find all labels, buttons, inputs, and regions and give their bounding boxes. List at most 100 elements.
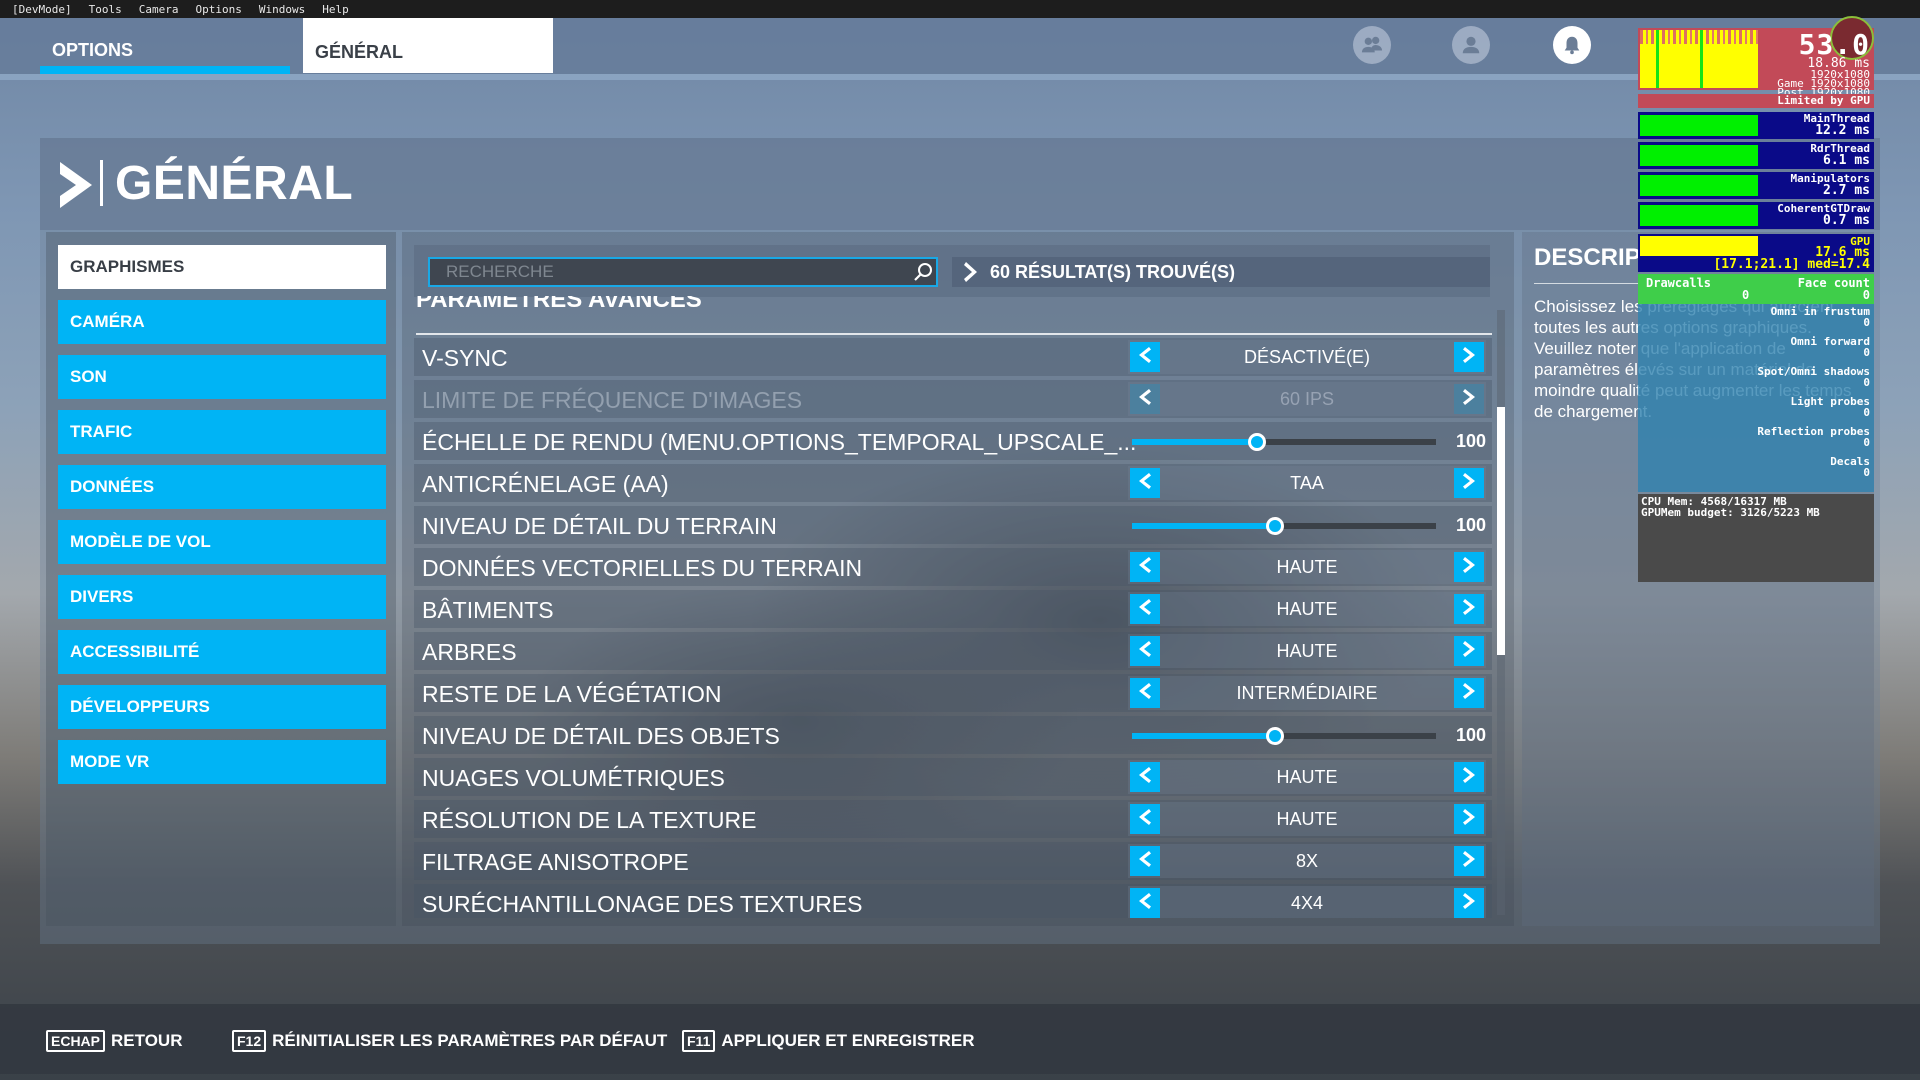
setting-row[interactable]: SURÉCHANTILLONAGE DES TEXTURES 4X4 bbox=[414, 884, 1492, 918]
devmenu-devmode[interactable]: [DevMode] bbox=[12, 3, 72, 16]
slider-handle[interactable] bbox=[1247, 433, 1266, 451]
sidebar-item-camera[interactable]: CAMÉRA bbox=[58, 300, 386, 344]
sidebar-item-donnees[interactable]: DONNÉES bbox=[58, 465, 386, 509]
next-option-button[interactable] bbox=[1454, 636, 1484, 666]
next-option-button[interactable] bbox=[1454, 678, 1484, 708]
devmenu-options[interactable]: Options bbox=[195, 3, 241, 16]
sidebar-item-divers[interactable]: DIVERS bbox=[58, 575, 386, 619]
previous-option-button[interactable] bbox=[1130, 552, 1160, 582]
title-divider bbox=[100, 160, 103, 206]
sidebar-item-mode-vr[interactable]: MODE VR bbox=[58, 740, 386, 784]
scrollbar-thumb[interactable] bbox=[1497, 406, 1505, 655]
setting-row[interactable]: LIMITE DE FRÉQUENCE D'IMAGES 60 IPS bbox=[414, 380, 1492, 418]
setting-value: 4X4 bbox=[1290, 893, 1324, 913]
drawcalls-label: Drawcalls bbox=[1646, 276, 1712, 290]
chevron-right-icon bbox=[964, 262, 977, 282]
settings-scrollbar[interactable] bbox=[1497, 310, 1505, 915]
next-option-button[interactable] bbox=[1454, 468, 1484, 498]
key-hint-echap: ECHAP bbox=[46, 1030, 106, 1052]
setting-row[interactable]: ÉCHELLE DE RENDU (MENU.OPTIONS_TEMPORAL_… bbox=[414, 422, 1492, 460]
previous-option-button[interactable] bbox=[1130, 384, 1160, 414]
back-button[interactable]: ECHAP RETOUR bbox=[46, 1030, 183, 1052]
fps-panel: 53.0 18.86 ms 1920x1080 Game 1920x1080 P… bbox=[1638, 16, 1874, 98]
previous-option-button[interactable] bbox=[1130, 762, 1160, 792]
setting-label: NIVEAU DE DÉTAIL DU TERRAIN bbox=[422, 513, 777, 539]
sidebar-item-trafic[interactable]: TRAFIC bbox=[58, 410, 386, 454]
setting-value: HAUTE bbox=[1276, 767, 1338, 787]
search-input[interactable]: RECHERCHE bbox=[428, 257, 938, 287]
previous-option-button[interactable] bbox=[1130, 678, 1160, 708]
sidebar-item-modele-de-vol[interactable]: MODÈLE DE VOL bbox=[58, 520, 386, 564]
previous-option-button[interactable] bbox=[1130, 342, 1160, 372]
notifications-bell-icon bbox=[1564, 36, 1580, 55]
sidebar-item-developpeurs[interactable]: DÉVELOPPEURS bbox=[58, 685, 386, 729]
previous-option-button[interactable] bbox=[1130, 468, 1160, 498]
setting-label: SURÉCHANTILLONAGE DES TEXTURES bbox=[422, 891, 863, 917]
stat-omni-in-frustum: Omni in frustum 0 bbox=[1771, 306, 1870, 328]
setting-row[interactable]: ARBRES HAUTE bbox=[414, 632, 1492, 670]
chevron-right-icon bbox=[1463, 472, 1475, 494]
search-icon[interactable] bbox=[912, 261, 934, 283]
setting-row[interactable]: RESTE DE LA VÉGÉTATION INTERMÉDIAIRE bbox=[414, 674, 1492, 712]
setting-row[interactable]: BÂTIMENTS HAUTE bbox=[414, 590, 1492, 628]
chevron-right-icon bbox=[1463, 766, 1475, 788]
next-option-button[interactable] bbox=[1454, 384, 1484, 414]
tab-options-label: OPTIONS bbox=[52, 40, 134, 60]
profile-button[interactable] bbox=[1452, 26, 1490, 64]
devmenu-camera[interactable]: Camera bbox=[139, 3, 179, 16]
stat-name: Light probes bbox=[1790, 395, 1870, 408]
setting-label: RÉSOLUTION DE LA TEXTURE bbox=[422, 807, 757, 833]
thread-rdrthread: RdrThread 6.1 ms bbox=[1638, 142, 1874, 169]
setting-row[interactable]: RÉSOLUTION DE LA TEXTURE HAUTE bbox=[414, 800, 1492, 838]
setting-row[interactable]: NUAGES VOLUMÉTRIQUES HAUTE bbox=[414, 758, 1492, 796]
chevron-right-icon bbox=[1463, 808, 1475, 830]
previous-option-button[interactable] bbox=[1130, 804, 1160, 834]
previous-option-button[interactable] bbox=[1130, 594, 1160, 624]
next-option-button[interactable] bbox=[1454, 342, 1484, 372]
sidebar-item-graphismes[interactable]: GRAPHISMES bbox=[58, 245, 386, 289]
setting-row[interactable]: ANTICRÉNELAGE (AA) TAA bbox=[414, 464, 1492, 502]
stat-omni-forward: Omni forward 0 bbox=[1791, 336, 1870, 358]
reset-defaults-button[interactable]: F12 RÉINITIALISER LES PARAMÈTRES PAR DÉF… bbox=[232, 1030, 667, 1052]
sidebar-item-son[interactable]: SON bbox=[58, 355, 386, 399]
setting-value: 8X bbox=[1295, 851, 1319, 871]
slider-value: 100 bbox=[1455, 431, 1486, 451]
sidebar-item-accessibilite[interactable]: ACCESSIBILITÉ bbox=[58, 630, 386, 674]
notifications-button[interactable] bbox=[1553, 26, 1591, 64]
tab-general[interactable]: GÉNÉRAL bbox=[303, 18, 553, 73]
next-option-button[interactable] bbox=[1454, 888, 1484, 918]
setting-value: HAUTE bbox=[1276, 809, 1338, 829]
friends-button[interactable] bbox=[1353, 26, 1391, 64]
stat-name: Omni forward bbox=[1790, 335, 1870, 348]
chevron-left-icon bbox=[1139, 598, 1151, 620]
previous-option-button[interactable] bbox=[1130, 846, 1160, 876]
thread-value: 2.7 ms bbox=[1823, 183, 1870, 198]
setting-row[interactable]: NIVEAU DE DÉTAIL DES OBJETS 100 bbox=[414, 716, 1492, 754]
frame-time-graph bbox=[1640, 30, 1758, 88]
next-option-button[interactable] bbox=[1454, 762, 1484, 792]
setting-row[interactable]: FILTRAGE ANISOTROPE 8X bbox=[414, 842, 1492, 880]
next-option-button[interactable] bbox=[1454, 846, 1484, 876]
back-label: RETOUR bbox=[111, 1031, 183, 1050]
apply-save-button[interactable]: F11 APPLIQUER ET ENREGISTRER bbox=[682, 1030, 975, 1052]
slider-handle[interactable] bbox=[1265, 727, 1284, 745]
setting-slider[interactable] bbox=[1132, 517, 1436, 535]
setting-slider[interactable] bbox=[1132, 433, 1436, 451]
next-option-button[interactable] bbox=[1454, 594, 1484, 624]
setting-row[interactable]: DONNÉES VECTORIELLES DU TERRAIN HAUTE bbox=[414, 548, 1492, 586]
next-option-button[interactable] bbox=[1454, 552, 1484, 582]
devmenu-windows[interactable]: Windows bbox=[259, 3, 305, 16]
tab-options[interactable]: OPTIONS bbox=[40, 18, 290, 74]
devmenu-tools[interactable]: Tools bbox=[89, 3, 122, 16]
thread-value: 6.1 ms bbox=[1823, 153, 1870, 168]
setting-row[interactable]: NIVEAU DE DÉTAIL DU TERRAIN 100 bbox=[414, 506, 1492, 544]
next-option-button[interactable] bbox=[1454, 804, 1484, 834]
previous-option-button[interactable] bbox=[1130, 888, 1160, 918]
setting-slider[interactable] bbox=[1132, 727, 1436, 745]
graph-spike bbox=[1656, 30, 1659, 88]
slider-handle[interactable] bbox=[1265, 517, 1284, 535]
devmenu-help[interactable]: Help bbox=[322, 3, 349, 16]
section-title: PARAMÈTRES AVANCÉS bbox=[416, 296, 702, 313]
setting-row[interactable]: V-SYNC DÉSACTIVÉ(E) bbox=[414, 338, 1492, 376]
previous-option-button[interactable] bbox=[1130, 636, 1160, 666]
